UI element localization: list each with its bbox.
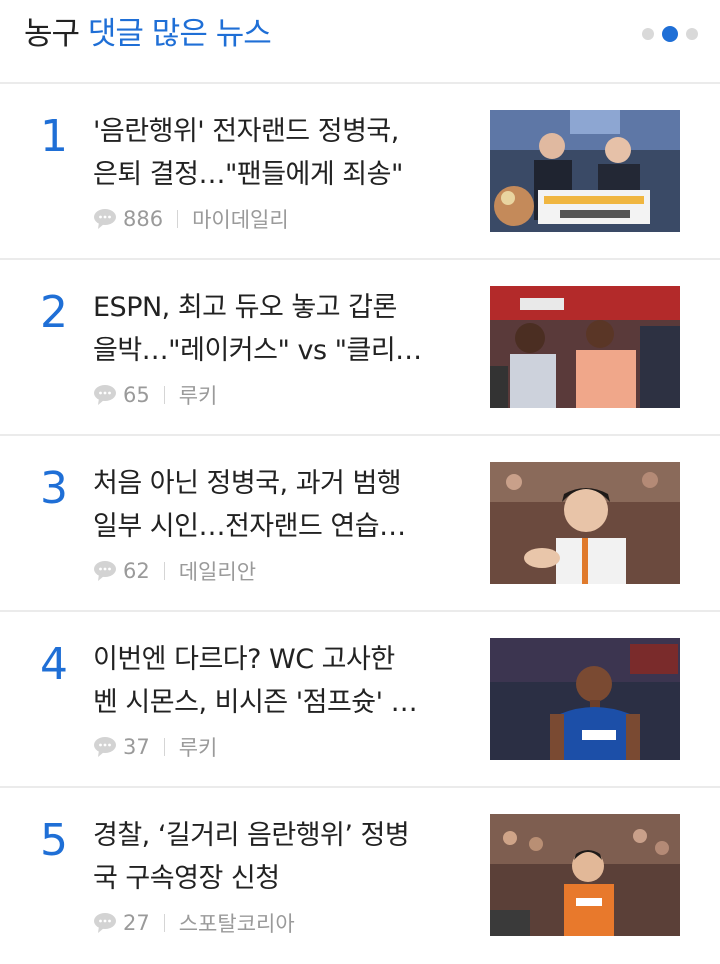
comment-count: 886 <box>123 207 164 231</box>
headline-line: 처음 아닌 정병국, 과거 범행 <box>93 468 402 499</box>
news-thumbnail[interactable] <box>490 110 680 232</box>
news-list: 1 '음란행위' 전자랜드 정병국, 은퇴 결정…"팬들에게 죄송" 886 마… <box>0 84 720 964</box>
meta-divider <box>163 738 165 756</box>
news-meta: 62 데일리안 <box>93 556 256 586</box>
news-headline[interactable]: 처음 아닌 정병국, 과거 범행 일부 시인…전자랜드 연습… <box>93 462 463 548</box>
headline-line: 벤 시몬스, 비시즌 '점프슛' … <box>93 687 418 718</box>
comment-icon <box>94 913 116 933</box>
headline-line: 은퇴 결정…"팬들에게 죄송" <box>93 159 403 190</box>
comment-icon <box>94 737 116 757</box>
player-clapping-photo-icon <box>490 462 680 584</box>
comment-count: 62 <box>123 559 150 583</box>
headline-line: 일부 시인…전자랜드 연습… <box>93 511 406 542</box>
comment-icon <box>94 209 116 229</box>
news-source: 스포탈코리아 <box>178 912 295 936</box>
headline-line: ESPN, 최고 듀오 놓고 갑론 <box>93 292 397 323</box>
comment-count: 27 <box>123 911 150 935</box>
rank-number: 3 <box>40 463 68 514</box>
news-headline[interactable]: 이번엔 다르다? WC 고사한 벤 시몬스, 비시즌 '점프슛' … <box>93 638 463 724</box>
news-thumbnail[interactable] <box>490 462 680 584</box>
news-item[interactable]: 5 경찰, ‘길거리 음란행위’ 정병 국 구속영장 신청 27 스포탈코리아 <box>0 788 720 964</box>
news-meta: 37 루키 <box>93 732 217 762</box>
news-item[interactable]: 1 '음란행위' 전자랜드 정병국, 은퇴 결정…"팬들에게 죄송" 886 마… <box>0 84 720 260</box>
news-meta: 886 마이데일리 <box>93 204 289 234</box>
news-thumbnail[interactable] <box>490 814 680 936</box>
rank-number: 4 <box>40 639 68 690</box>
section-title: 농구 댓글 많은 뉴스 <box>24 14 272 54</box>
news-meta: 27 스포탈코리아 <box>93 908 295 938</box>
news-source: 데일리안 <box>178 560 257 584</box>
news-source: 루키 <box>178 384 218 408</box>
pager-dot-1[interactable] <box>642 28 654 40</box>
news-source: 루키 <box>178 736 218 760</box>
comment-icon <box>94 561 116 581</box>
meta-divider <box>163 562 165 580</box>
news-item[interactable]: 2 ESPN, 최고 듀오 놓고 갑론 을박…"레이커스" vs "클리… 65… <box>0 260 720 436</box>
section-title-category: 농구 <box>24 16 80 52</box>
meta-divider <box>163 914 165 932</box>
headline-line: 국 구속영장 신청 <box>93 863 280 894</box>
basketball-player-photo-icon <box>490 638 680 760</box>
news-headline[interactable]: '음란행위' 전자랜드 정병국, 은퇴 결정…"팬들에게 죄송" <box>93 110 463 196</box>
courtside-players-photo-icon <box>490 286 680 408</box>
carousel-pager[interactable] <box>642 26 698 42</box>
news-thumbnail[interactable] <box>490 286 680 408</box>
news-meta: 65 루키 <box>93 380 217 410</box>
news-item[interactable]: 3 처음 아닌 정병국, 과거 범행 일부 시인…전자랜드 연습… 62 데일리… <box>0 436 720 612</box>
news-source: 마이데일리 <box>192 208 289 232</box>
game-action-photo-icon <box>490 814 680 936</box>
headline-line: 을박…"레이커스" vs "클리… <box>93 335 422 366</box>
news-headline[interactable]: ESPN, 최고 듀오 놓고 갑론 을박…"레이커스" vs "클리… <box>93 286 463 372</box>
headline-line: '음란행위' 전자랜드 정병국, <box>93 116 399 147</box>
news-item[interactable]: 4 이번엔 다르다? WC 고사한 벤 시몬스, 비시즌 '점프슛' … 37 … <box>0 612 720 788</box>
section-title-label: 댓글 많은 뉴스 <box>87 16 272 52</box>
meta-divider <box>163 386 165 404</box>
section-header: 농구 댓글 많은 뉴스 <box>0 0 720 84</box>
rank-number: 5 <box>40 815 68 866</box>
rank-number: 2 <box>40 287 68 338</box>
rank-number: 1 <box>40 111 68 162</box>
news-headline[interactable]: 경찰, ‘길거리 음란행위’ 정병 국 구속영장 신청 <box>93 814 463 900</box>
comment-count: 37 <box>123 735 150 759</box>
comment-icon <box>94 385 116 405</box>
comment-count: 65 <box>123 383 150 407</box>
pager-dot-3[interactable] <box>686 28 698 40</box>
news-thumbnail[interactable] <box>490 638 680 760</box>
pager-dot-2-active[interactable] <box>662 26 678 42</box>
headline-line: 이번엔 다르다? WC 고사한 <box>93 644 395 675</box>
award-ceremony-photo-icon <box>490 110 680 232</box>
headline-line: 경찰, ‘길거리 음란행위’ 정병 <box>93 820 410 851</box>
meta-divider <box>177 210 179 228</box>
